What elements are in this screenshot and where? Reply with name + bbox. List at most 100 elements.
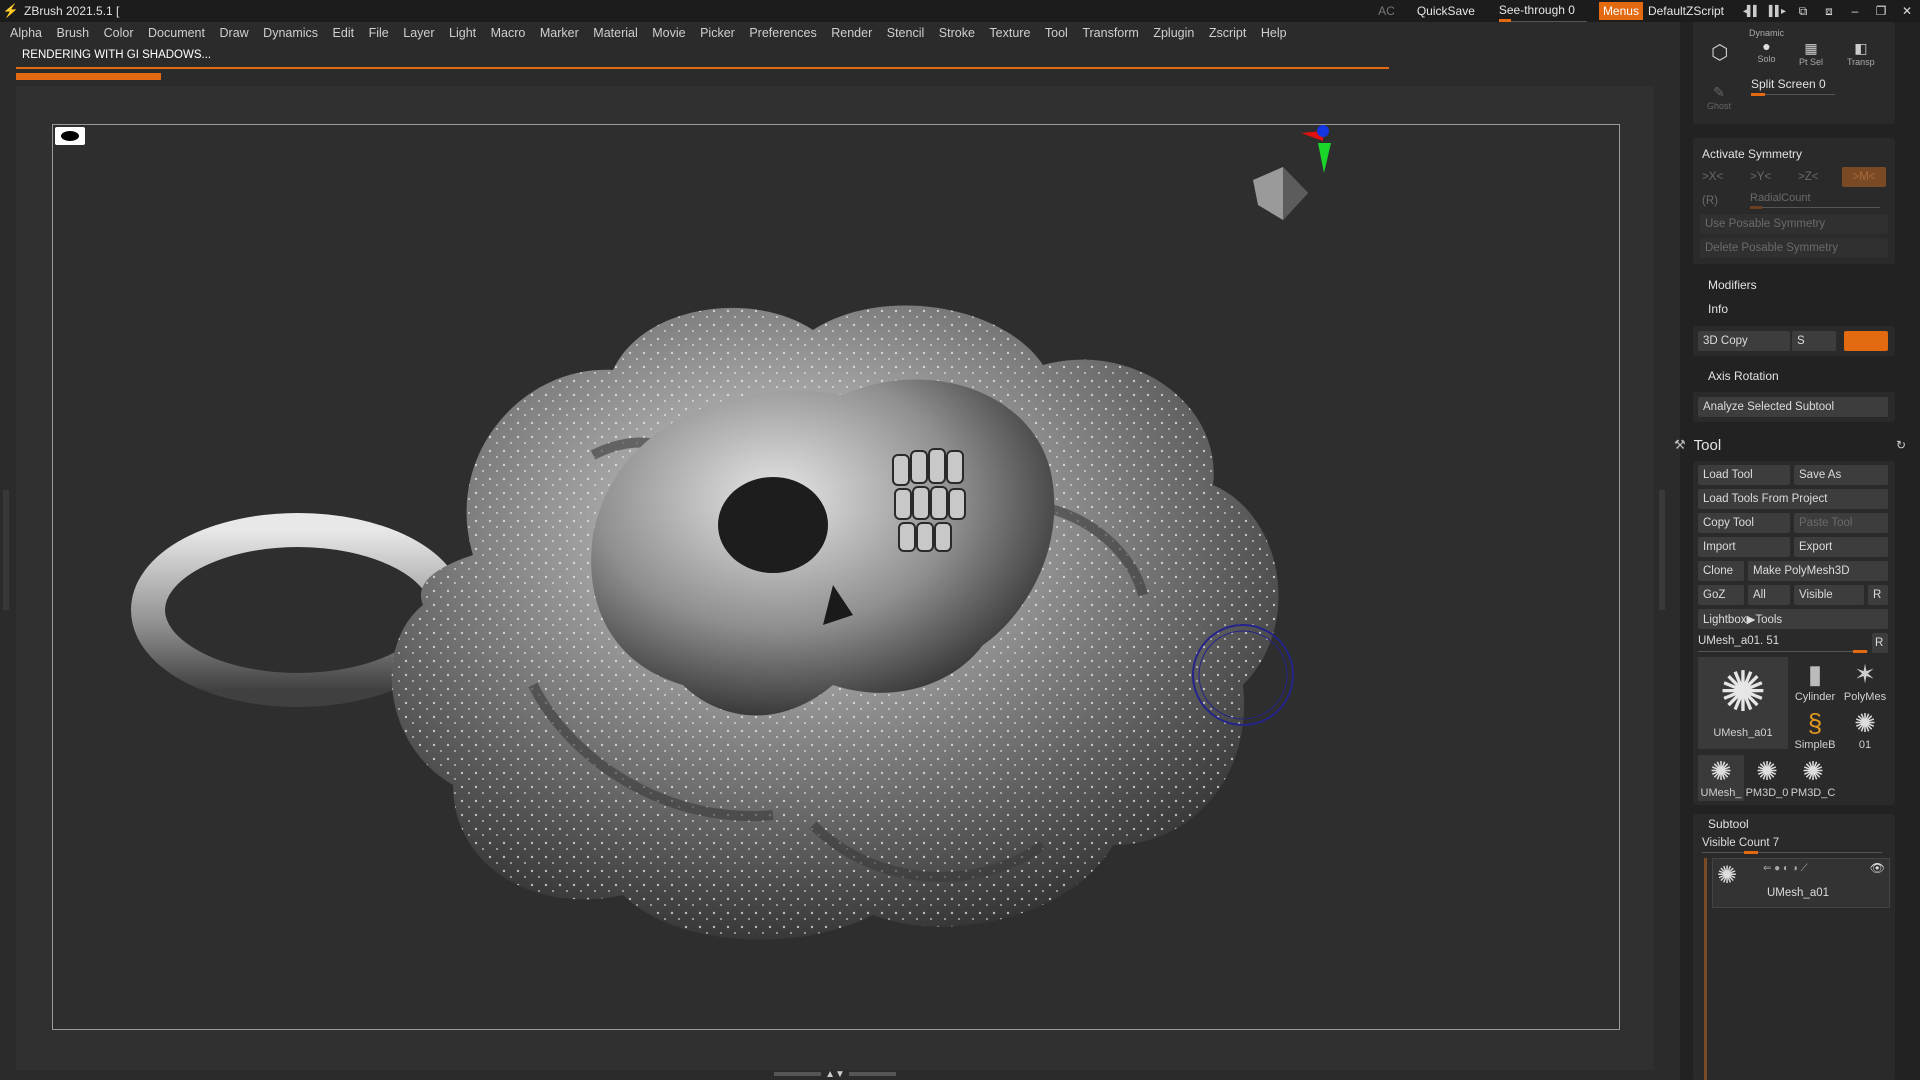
sym-y-button[interactable]: >Y<	[1750, 167, 1790, 187]
subtool-controls-icons[interactable]: ⇐ ● ◐ ◑ ⟋	[1763, 863, 1808, 874]
goz-visible-button[interactable]: Visible	[1794, 585, 1864, 605]
tool-thumb-pm3d-0[interactable]: ✺ PM3D_0	[1744, 755, 1790, 801]
lightbox-tools-button[interactable]: Lightbox▶Tools	[1698, 609, 1888, 629]
subtool-item-umesh-a01[interactable]: ✺ ⇐ ● ◐ ◑ ⟋ 👁 UMesh_a01	[1712, 858, 1890, 908]
restore-icon[interactable]: ❐	[1868, 4, 1894, 18]
menu-zscript[interactable]: Zscript	[1209, 26, 1247, 46]
tool-thumb-cylinder[interactable]: ▮ Cylinder	[1790, 657, 1840, 707]
tool-thumb-01[interactable]: ✺ 01	[1840, 707, 1890, 753]
make-polymesh3d-button[interactable]: Make PolyMesh3D	[1748, 561, 1888, 581]
info-section[interactable]: Info	[1708, 299, 1808, 319]
refresh-icon[interactable]: ↻	[1896, 438, 1906, 452]
3d-copy-button[interactable]: 3D Copy	[1698, 331, 1790, 351]
transp-button[interactable]: ◧ Transp	[1847, 40, 1875, 67]
menu-render[interactable]: Render	[831, 26, 872, 46]
subtool-header[interactable]: Subtool	[1708, 814, 1808, 834]
goz-button[interactable]: GoZ	[1698, 585, 1744, 605]
analyze-selected-subtool-button[interactable]: Analyze Selected Subtool	[1698, 397, 1888, 417]
menu-dynamics[interactable]: Dynamics	[263, 26, 318, 46]
viewport-canvas[interactable]	[52, 124, 1620, 1030]
menu-edit[interactable]: Edit	[333, 26, 355, 46]
render-status-text: RENDERING WITH GI SHADOWS...	[22, 49, 212, 61]
load-tools-from-project-button[interactable]: Load Tools From Project	[1698, 489, 1888, 509]
menu-stencil[interactable]: Stencil	[887, 26, 925, 46]
solo-icon: ●	[1762, 38, 1771, 54]
menu-material[interactable]: Material	[593, 26, 637, 46]
tool-palette-header[interactable]: ⚒ Tool ↻	[1674, 434, 1910, 456]
copy-s-button[interactable]: S	[1792, 331, 1836, 351]
menu-document[interactable]: Document	[148, 26, 205, 46]
ghost-button[interactable]: ✎ Ghost	[1707, 84, 1731, 111]
copy-tool-button[interactable]: Copy Tool	[1698, 513, 1790, 533]
menu-help[interactable]: Help	[1261, 26, 1287, 46]
use-posable-symmetry-button[interactable]: Use Posable Symmetry	[1700, 214, 1888, 234]
subtool-scrollbar[interactable]	[1704, 858, 1707, 1080]
load-tool-button[interactable]: Load Tool	[1698, 465, 1790, 485]
paste-tool-button[interactable]: Paste Tool	[1794, 513, 1888, 533]
window-tile-icon[interactable]: ⧈	[1816, 4, 1842, 19]
modifiers-section[interactable]: Modifiers	[1708, 275, 1808, 295]
sym-m-button[interactable]: >M<	[1842, 167, 1886, 187]
menu-texture[interactable]: Texture	[989, 26, 1030, 46]
split-screen-slider[interactable]: Split Screen 0	[1751, 74, 1851, 94]
see-through-track	[1498, 21, 1587, 22]
split-screen-label: Split Screen 0	[1751, 77, 1826, 91]
menu-zplugin[interactable]: Zplugin	[1153, 26, 1194, 46]
menu-light[interactable]: Light	[449, 26, 476, 46]
goz-r-button[interactable]: R	[1868, 585, 1888, 605]
tool-thumb-simpleb[interactable]: § SimpleB	[1790, 707, 1840, 753]
clone-button[interactable]: Clone	[1698, 561, 1744, 581]
menus-toggle-button[interactable]: Menus	[1598, 2, 1643, 20]
menu-color[interactable]: Color	[104, 26, 134, 46]
menu-macro[interactable]: Macro	[491, 26, 526, 46]
tool-thumb-umesh-a01[interactable]: ✺ UMesh_a01	[1698, 657, 1788, 749]
tool-thumb-polymesh[interactable]: ✶ PolyMes	[1840, 657, 1890, 707]
ac-toggle[interactable]: AC	[1378, 4, 1395, 18]
close-icon[interactable]: ✕	[1894, 4, 1920, 18]
window-layout-icon[interactable]: ⧉	[1790, 4, 1816, 19]
dynamic-solo-button[interactable]: Dynamic ● Solo	[1749, 28, 1784, 64]
split-screen-fill	[1751, 93, 1765, 96]
layout-prev-icon[interactable]: ◂▌▌	[1738, 6, 1764, 17]
delete-posable-symmetry-button[interactable]: Delete Posable Symmetry	[1700, 238, 1888, 258]
sym-r-button[interactable]: (R)	[1702, 191, 1732, 211]
axis-rotation-section[interactable]: Axis Rotation	[1708, 366, 1828, 386]
tool-thumb-umesh[interactable]: ✺ UMesh_	[1698, 755, 1744, 801]
pt-sel-button[interactable]: ▦ Pt Sel	[1799, 40, 1823, 67]
menu-tool[interactable]: Tool	[1045, 26, 1068, 46]
eye-icon[interactable]: 👁	[1870, 861, 1885, 875]
goz-all-button[interactable]: All	[1748, 585, 1790, 605]
sym-z-button[interactable]: >Z<	[1798, 167, 1838, 187]
export-button[interactable]: Export	[1794, 537, 1888, 557]
menu-marker[interactable]: Marker	[540, 26, 579, 46]
sym-x-button[interactable]: >X<	[1702, 167, 1742, 187]
import-button[interactable]: Import	[1698, 537, 1790, 557]
default-zscript-button[interactable]: DefaultZScript	[1648, 4, 1724, 18]
current-tool-slider[interactable]: UMesh_a01. 51	[1698, 631, 1868, 651]
visible-count-slider[interactable]: Visible Count 7	[1702, 833, 1852, 853]
save-as-button[interactable]: Save As	[1794, 465, 1888, 485]
minimize-icon[interactable]: –	[1842, 4, 1868, 18]
menu-transform[interactable]: Transform	[1082, 26, 1139, 46]
layout-next-icon[interactable]: ▌▌▸	[1764, 6, 1790, 17]
menu-movie[interactable]: Movie	[652, 26, 685, 46]
quicksave-button[interactable]: QuickSave	[1417, 4, 1475, 18]
menu-picker[interactable]: Picker	[700, 26, 735, 46]
left-tray-handle[interactable]	[3, 490, 9, 610]
see-through-slider[interactable]: See-through 0	[1498, 3, 1587, 22]
current-tool-r-button[interactable]: R	[1872, 633, 1888, 653]
menu-draw[interactable]: Draw	[220, 26, 249, 46]
menu-brush[interactable]: Brush	[56, 26, 89, 46]
menu-stroke[interactable]: Stroke	[939, 26, 975, 46]
tool-thumb-pm3d-c[interactable]: ✺ PM3D_C	[1790, 755, 1836, 801]
radial-count-slider[interactable]: RadialCount	[1750, 188, 1870, 208]
activate-symmetry-button[interactable]: Activate Symmetry	[1702, 144, 1882, 164]
copy-color-swatch[interactable]	[1844, 331, 1888, 351]
menu-alpha[interactable]: Alpha	[10, 26, 42, 46]
perspective-icon[interactable]: ⬡	[1711, 40, 1728, 65]
right-tray-handle[interactable]	[1659, 490, 1665, 610]
menu-layer[interactable]: Layer	[403, 26, 434, 46]
bottom-shelf-handle[interactable]: ▲▼	[770, 1069, 900, 1080]
menu-file[interactable]: File	[369, 26, 389, 46]
menu-preferences[interactable]: Preferences	[749, 26, 816, 46]
